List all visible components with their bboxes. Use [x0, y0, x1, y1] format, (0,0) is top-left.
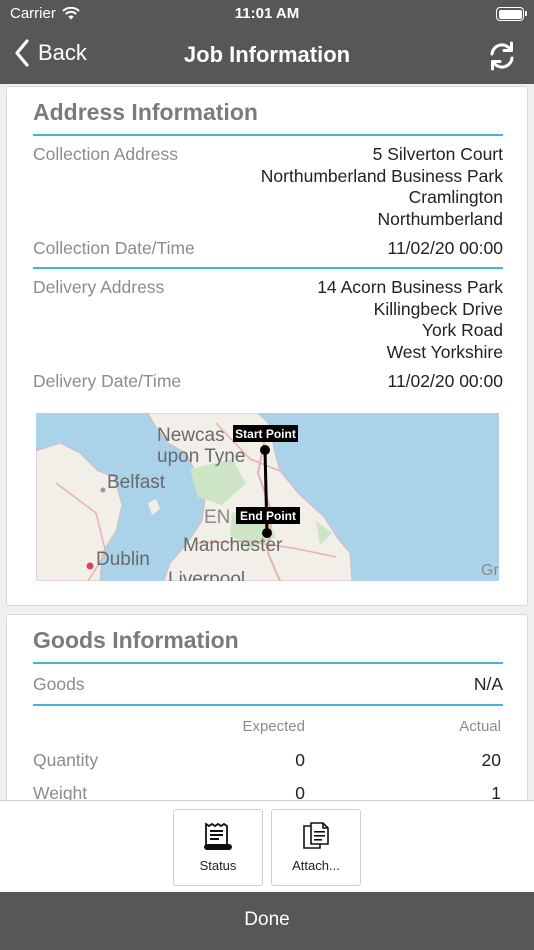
map-place-label: Newcas	[157, 425, 225, 446]
map-place-label: Gr	[481, 562, 499, 579]
attachments-button-label: Attach...	[292, 858, 340, 873]
collection-address-line: Northumberland	[377, 208, 503, 229]
route-map-image: Newcas upon Tyne Belfast EN Manchester D…	[36, 413, 499, 581]
collection-address-label: Collection Address	[33, 144, 178, 164]
weight-expected-value: 0	[295, 783, 305, 800]
map-place-label: EN	[204, 507, 230, 528]
section-divider	[33, 267, 503, 269]
map-place-label: Belfast	[107, 472, 166, 493]
map-place-label: Manchester	[183, 535, 283, 556]
back-label: Back	[38, 40, 87, 65]
actual-column-header: Actual	[459, 718, 501, 735]
delivery-address-line: 14 Acorn Business Park	[317, 277, 503, 297]
start-point-label: Start Point	[235, 427, 296, 441]
map-place-label: upon Tyne	[157, 446, 245, 467]
content-scroll-area[interactable]: Address Information Collection Address 5…	[0, 84, 534, 800]
refresh-button[interactable]	[486, 40, 518, 72]
map-place-label: Dublin	[96, 549, 150, 570]
section-divider	[33, 134, 503, 136]
end-point-label: End Point	[240, 509, 296, 523]
collection-datetime-value: 11/02/20 00:00	[387, 238, 503, 258]
end-point-marker[interactable]	[262, 528, 272, 538]
goods-information-card: Goods Information Goods N/A Expected Act…	[6, 614, 528, 800]
section-divider	[33, 662, 503, 664]
route-map[interactable]: Newcas upon Tyne Belfast EN Manchester D…	[36, 413, 499, 581]
quantity-label: Quantity	[33, 750, 99, 770]
status-receipt-icon	[204, 822, 232, 850]
back-button[interactable]: Back	[14, 39, 87, 67]
refresh-icon	[490, 41, 514, 71]
delivery-address-line: Killingbeck Drive	[373, 298, 503, 319]
quantity-expected-value: 0	[295, 750, 305, 770]
collection-datetime-label: Collection Date/Time	[33, 238, 195, 258]
start-point-marker[interactable]	[260, 445, 270, 455]
address-information-card: Address Information Collection Address 5…	[6, 86, 528, 606]
goods-value: N/A	[473, 674, 503, 694]
delivery-address-value: 14 Acorn Business Park Killingbeck Drive…	[317, 277, 503, 363]
delivery-address-line: York Road	[421, 320, 503, 340]
status-button-label: Status	[199, 858, 237, 873]
delivery-address-line: West Yorkshire	[386, 341, 503, 362]
delivery-datetime-label: Delivery Date/Time	[33, 371, 182, 391]
collection-address-line: 5 Silverton Court	[372, 144, 503, 164]
action-toolbar: Status Attach...	[0, 800, 534, 892]
status-time: 11:01 AM	[234, 5, 300, 22]
navigation-bar: Back Job Information	[0, 28, 534, 84]
address-section-title: Address Information	[33, 99, 258, 125]
collection-address-value: 5 Silverton Court Northumberland Busines…	[261, 144, 503, 230]
chevron-left-icon	[15, 39, 29, 67]
goods-section-title: Goods Information	[33, 627, 239, 653]
status-button[interactable]: Status	[173, 809, 263, 886]
delivery-address-label: Delivery Address	[33, 277, 165, 297]
expected-column-header: Expected	[242, 718, 305, 735]
weight-label: Weight	[33, 783, 88, 800]
map-place-label: Liverpool	[168, 569, 245, 581]
collection-address-line: Northumberland Business Park	[260, 165, 503, 186]
goods-label: Goods	[33, 674, 85, 694]
battery-icon	[496, 7, 527, 21]
weight-actual-value: 1	[491, 783, 501, 800]
quantity-actual-value: 20	[481, 750, 501, 770]
documents-icon	[303, 822, 329, 849]
collection-address-line: Cramlington	[408, 187, 503, 207]
attachments-button[interactable]: Attach...	[271, 809, 361, 886]
status-bar: Carrier 11:01 AM	[0, 0, 534, 28]
delivery-datetime-value: 11/02/20 00:00	[387, 371, 503, 391]
done-button[interactable]: Done	[0, 892, 534, 950]
section-divider	[33, 704, 503, 706]
